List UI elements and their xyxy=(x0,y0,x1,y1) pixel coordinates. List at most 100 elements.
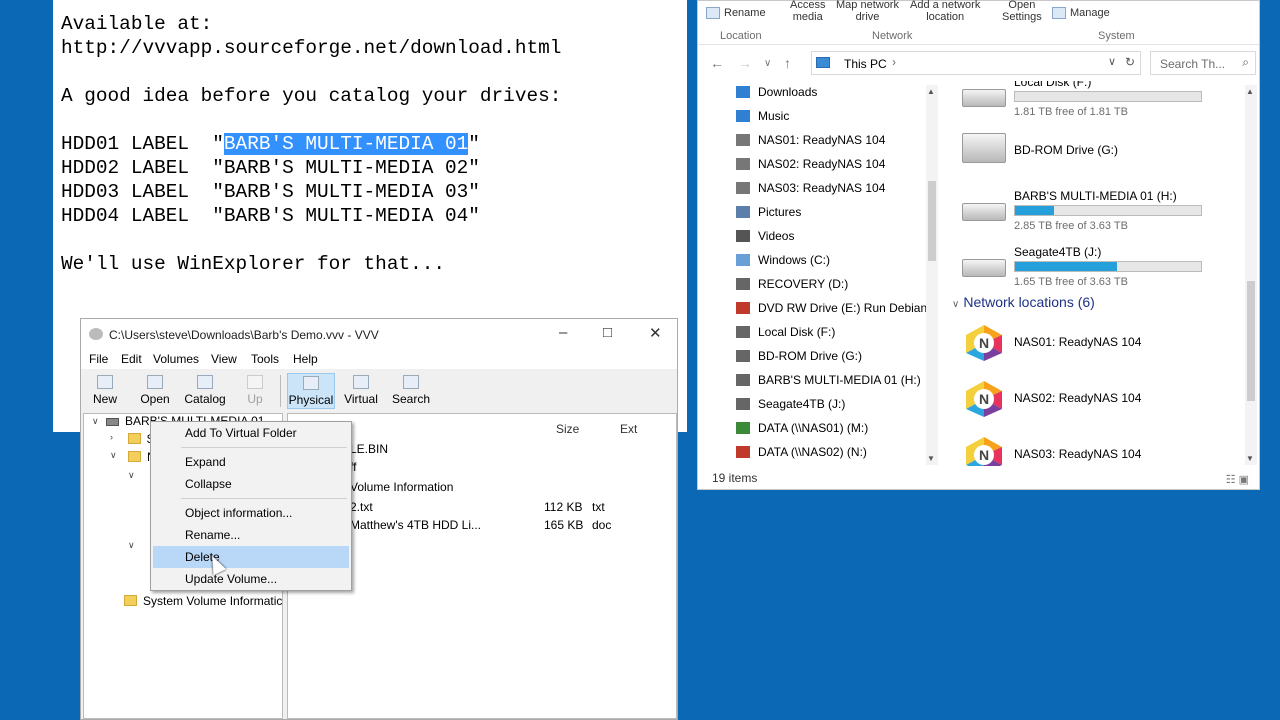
access-media-button[interactable]: Access media xyxy=(790,0,825,23)
navigation-pane: Downloads Music NAS01: ReadyNAS 104 NAS02: … xyxy=(698,81,940,466)
nav-item-icon xyxy=(736,374,750,386)
toolbar-new-button[interactable]: New xyxy=(81,373,129,409)
hard-drive-icon xyxy=(962,89,1006,107)
drive-item[interactable]: Seagate4TB (J:) 1.65 TB free of 3.63 TB xyxy=(960,245,1240,295)
nav-item[interactable]: NAS03: ReadyNAS 104 xyxy=(736,177,885,199)
network-location-item[interactable]: N NAS01: ReadyNAS 104 xyxy=(960,321,1240,365)
netgear-nas-icon: N xyxy=(966,437,1002,466)
nav-item[interactable]: Pictures xyxy=(736,201,801,223)
ribbon-group-location: Location xyxy=(720,30,762,42)
nav-item[interactable]: BD-ROM Drive (G:) xyxy=(736,345,862,367)
drive-name: Local Disk (F:) xyxy=(1014,81,1092,89)
toolbar-open-button[interactable]: Open xyxy=(131,373,179,409)
menu-separator xyxy=(181,498,347,499)
physical-icon xyxy=(303,376,319,390)
nav-item[interactable]: BARB'S MULTI-MEDIA 01 (H:) xyxy=(736,369,921,391)
menu-edit[interactable]: Edit xyxy=(121,352,142,366)
drive-item[interactable]: BARB'S MULTI-MEDIA 01 (H:) 2.85 TB free o… xyxy=(960,189,1240,239)
file-row-size: 112 KB xyxy=(544,500,583,514)
context-menu-item[interactable]: Delete xyxy=(153,546,349,568)
menu-separator xyxy=(181,447,347,448)
manage-button[interactable]: Manage xyxy=(1052,7,1110,20)
back-arrow-icon[interactable]: ← xyxy=(710,55,724,71)
nav-item-icon xyxy=(736,302,750,314)
toolbar-catalog-button[interactable]: Catalog xyxy=(181,373,229,409)
file-row-name[interactable]: Matthew's 4TB HDD Li... xyxy=(350,518,481,532)
maximize-button[interactable]: □ xyxy=(603,324,612,341)
nav-item[interactable]: Local Disk (F:) xyxy=(736,321,835,343)
toolbar-up-button[interactable]: Up xyxy=(231,373,279,409)
nav-item-label: Downloads xyxy=(758,85,818,99)
nav-item[interactable]: Music xyxy=(736,105,789,127)
nav-item-label: DVD RW Drive (E:) Run Debian 6 xyxy=(758,301,938,315)
recent-chevron-icon[interactable]: ∨ xyxy=(764,58,771,69)
toolbar-physical-button[interactable]: Physical xyxy=(287,373,335,409)
menu-volumes[interactable]: Volumes xyxy=(153,352,199,366)
search-icon xyxy=(403,375,419,389)
menu-view[interactable]: View xyxy=(211,352,237,366)
nav-item[interactable]: Downloads xyxy=(736,81,817,103)
nav-item-label: BARB'S MULTI-MEDIA 01 (H:) xyxy=(758,373,921,387)
drive-item[interactable]: BD-ROM Drive (G:) xyxy=(960,127,1240,177)
drive-usage-bar xyxy=(1014,91,1202,102)
nav-item-icon xyxy=(736,158,750,170)
network-location-name: NAS03: ReadyNAS 104 xyxy=(1014,447,1142,461)
nav-item[interactable]: RECOVERY (D:) xyxy=(736,273,848,295)
file-row-name[interactable]: 2.txt xyxy=(350,500,373,514)
drive-item[interactable]: Local Disk (F:) 1.81 TB free of 1.81 TB xyxy=(960,81,1240,125)
content-scrollbar[interactable]: ▲ ▼ xyxy=(1245,85,1257,465)
manage-icon xyxy=(1052,7,1066,20)
up-arrow-icon[interactable]: ↑ xyxy=(784,55,791,71)
toolbar-virtual-button[interactable]: Virtual xyxy=(337,373,385,409)
network-locations-header[interactable]: ∨ Network locations (6) xyxy=(952,294,1095,310)
menu-file[interactable]: File xyxy=(89,352,108,366)
ribbon-group-network: Network xyxy=(872,30,913,42)
network-location-item[interactable]: N NAS02: ReadyNAS 104 xyxy=(960,377,1240,421)
file-row-name[interactable]: Volume Information xyxy=(350,480,453,494)
navigation-scrollbar[interactable]: ▲ ▼ xyxy=(926,85,938,465)
context-menu-item[interactable]: Add To Virtual Folder xyxy=(153,422,349,444)
nav-item-label: Seagate4TB (J:) xyxy=(758,397,846,411)
add-network-location-button[interactable]: Add a network location xyxy=(910,0,980,23)
nav-item[interactable]: DVD RW Drive (E:) Run Debian 6 xyxy=(736,297,937,319)
history-dropdown-icon[interactable]: ∨ xyxy=(1108,55,1116,68)
nav-item[interactable]: Seagate4TB (J:) xyxy=(736,393,845,415)
column-header-ext[interactable]: Ext xyxy=(620,422,637,436)
rename-button[interactable]: Rename xyxy=(706,7,766,20)
minimize-button[interactable]: – xyxy=(559,324,567,341)
file-row-ext: txt xyxy=(592,500,605,514)
nav-item-label: BD-ROM Drive (G:) xyxy=(758,349,862,363)
nav-item[interactable]: NAS02: ReadyNAS 104 xyxy=(736,153,885,175)
menu-tools[interactable]: Tools xyxy=(251,352,279,366)
address-input[interactable]: This PC › ∨ ↻ xyxy=(811,51,1141,75)
refresh-icon[interactable]: ↻ xyxy=(1125,55,1135,69)
nav-item[interactable]: DATA (\\NAS01) (M:) xyxy=(736,417,868,439)
search-input[interactable]: Search Th... ⌕ xyxy=(1150,51,1256,75)
drive-name: BD-ROM Drive (G:) xyxy=(1014,143,1118,157)
title-bar: C:\Users\steve\Downloads\Barb's Demo.vvv… xyxy=(81,319,677,349)
menu-help[interactable]: Help xyxy=(293,352,318,366)
view-toggle-icons[interactable]: ☷ ▣ xyxy=(1226,473,1249,486)
toolbar-search-button[interactable]: Search xyxy=(387,373,435,409)
nav-item[interactable]: Windows (C:) xyxy=(736,249,830,271)
hard-drive-icon xyxy=(962,259,1006,277)
nav-item[interactable]: NAS01: ReadyNAS 104 xyxy=(736,129,885,151)
network-location-item[interactable]: N NAS03: ReadyNAS 104 xyxy=(960,433,1240,466)
nav-item-label: NAS01: ReadyNAS 104 xyxy=(758,133,886,147)
map-network-drive-button[interactable]: Map network drive xyxy=(836,0,899,23)
context-menu-item[interactable]: Expand xyxy=(153,451,349,473)
context-menu-item[interactable]: Update Volume... xyxy=(153,568,349,590)
nav-item[interactable]: DATA (\\NAS02) (N:) xyxy=(736,441,867,463)
context-menu-item[interactable]: Rename... xyxy=(153,524,349,546)
forward-arrow-icon[interactable]: → xyxy=(738,55,752,71)
nav-item[interactable]: Videos xyxy=(736,225,794,247)
tree-node-system-volume[interactable]: System Volume Informatic xyxy=(124,594,282,608)
column-header-size[interactable]: Size xyxy=(556,422,579,436)
context-menu-item[interactable]: Object information... xyxy=(153,502,349,524)
nav-item-icon xyxy=(736,398,750,410)
open-settings-button[interactable]: Open Settings xyxy=(1002,0,1042,23)
context-menu-item[interactable]: Collapse xyxy=(153,473,349,495)
close-button[interactable]: ✕ xyxy=(649,324,662,342)
file-row-name[interactable]: LE.BIN xyxy=(350,442,388,456)
hard-drive-icon xyxy=(962,203,1006,221)
